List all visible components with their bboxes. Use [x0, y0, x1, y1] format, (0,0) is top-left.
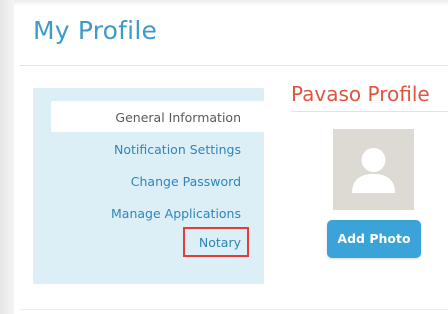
- sidebar-item-notary[interactable]: Notary: [199, 235, 241, 250]
- profile-page: My Profile General Information Notificat…: [0, 0, 448, 314]
- add-photo-button[interactable]: Add Photo: [327, 220, 421, 258]
- avatar: [333, 129, 414, 210]
- heading-divider: [291, 111, 448, 112]
- page-title: My Profile: [33, 16, 158, 45]
- bottom-divider: [20, 309, 448, 310]
- sidebar-item-change-password[interactable]: Change Password: [131, 174, 241, 189]
- section-heading: Pavaso Profile: [291, 82, 430, 106]
- user-silhouette-icon: [352, 148, 395, 193]
- title-divider: [20, 65, 448, 66]
- left-shadow: [0, 0, 14, 314]
- sidebar-item-general-information-label[interactable]: General Information: [115, 110, 241, 125]
- sidebar-item-manage-applications[interactable]: Manage Applications: [111, 206, 241, 221]
- sidebar-item-notification-settings[interactable]: Notification Settings: [114, 142, 241, 157]
- top-shadow: [0, 0, 448, 6]
